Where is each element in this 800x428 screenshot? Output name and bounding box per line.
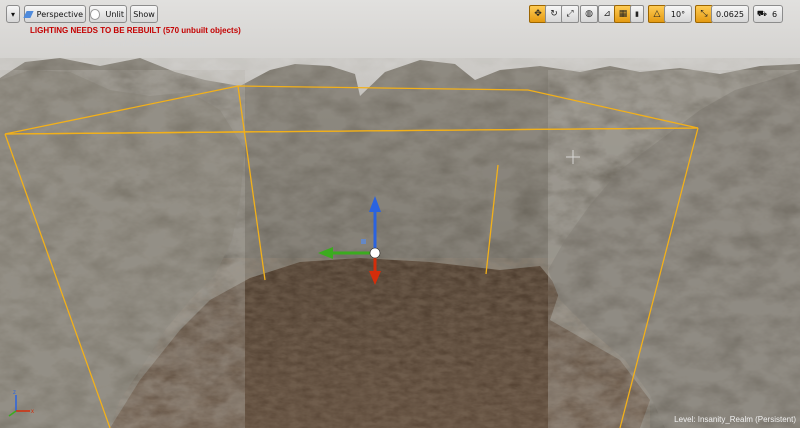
show-label: Show [133,9,155,19]
unlit-label: Unlit [105,9,124,19]
camera-speed-button[interactable]: ⛟ 6 [753,5,783,23]
translate-icon: ✥ [534,9,542,19]
scale-icon: ⤢ [566,9,574,19]
perspective-icon [23,10,34,18]
world-icon: ◍ [585,9,593,19]
lighting-warning: LIGHTING NEEDS TO BE REBUILT (570 unbuil… [30,26,241,35]
perspective-button[interactable]: Perspective [23,5,86,23]
rotate-icon: ↻ [550,9,558,19]
level-viewport[interactable]: z x ▾ Perspective Unlit Show ✥ ↻ ⤢ ◍ ⊿ ▦… [0,0,800,428]
unlit-button[interactable]: Unlit [89,5,127,23]
scale-snap-icon: ⤡ [700,9,708,19]
chevron-down-icon: ▮ [635,10,639,18]
unlit-icon [90,8,101,20]
suppress-hint: 'DisableAllScreenMessages' to suppress [62,39,207,48]
camera-speed-icon: ⛟ [756,9,767,18]
scale-button[interactable]: ⤢ [561,5,579,23]
svg-text:z: z [13,390,16,396]
surface-snap-icon: ⊿ [603,9,611,19]
svg-text:x: x [31,409,34,415]
grid-size-dropdown[interactable]: ▮ [630,5,644,23]
chevron-down-icon: ▾ [10,9,15,19]
show-button[interactable]: Show [130,5,158,23]
perspective-label: Perspective [36,9,83,19]
scene-render[interactable]: z x [0,0,800,428]
scale-snap-value[interactable]: 0.0625 [711,5,749,23]
grid-snap-icon: ▦ [618,9,628,19]
viewport-options-button[interactable]: ▾ [6,5,20,23]
rotation-snap-value[interactable]: 10° [664,5,692,23]
current-level-label: Level: Insanity_Realm (Persistent) [674,415,796,424]
viewport-toolbar: ▾ Perspective Unlit Show ✥ ↻ ⤢ ◍ ⊿ ▦ ▮ △… [0,5,800,24]
rotation-snap-icon: △ [653,9,661,19]
world-space-button[interactable]: ◍ [580,5,598,23]
